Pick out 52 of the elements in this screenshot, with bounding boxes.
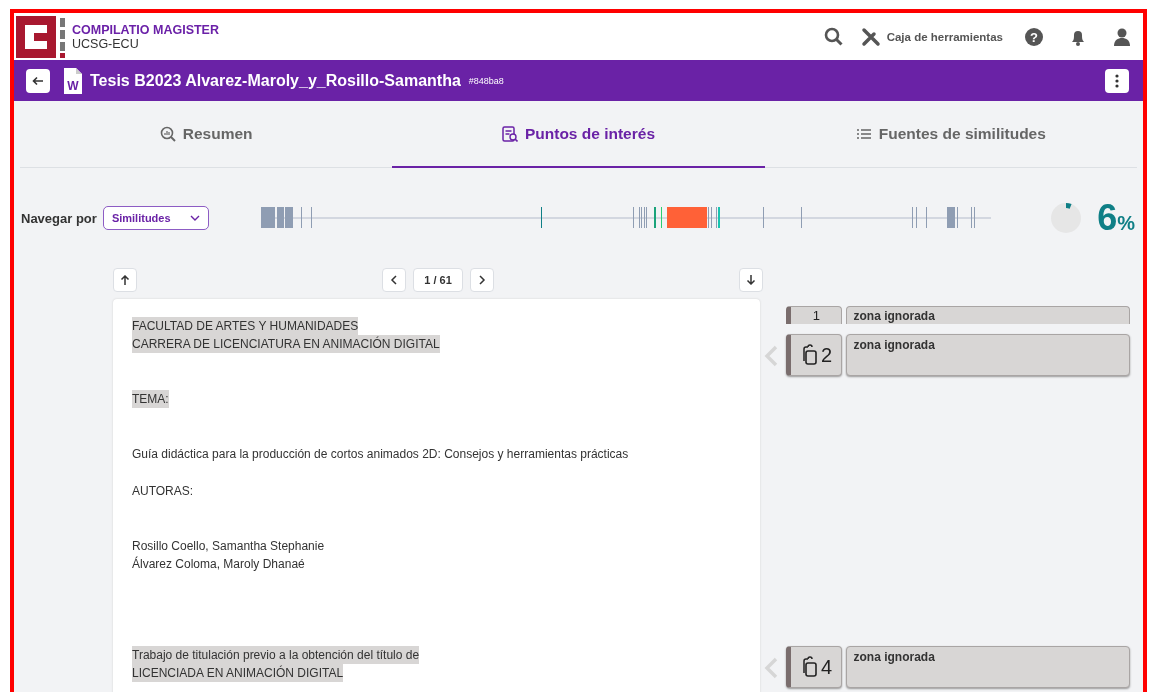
arrow-down-icon — [746, 275, 756, 285]
scroll-up-button[interactable] — [113, 268, 137, 292]
highlighted-text: TEMA: — [132, 390, 169, 408]
highlighted-text: CARRERA DE LICENCIATURA EN ANIMACIÓN DIGITAL — [132, 335, 440, 353]
back-button[interactable] — [26, 68, 50, 93]
document-title: Tesis B2023 Alvarez-Maroly_y_Rosillo-Samantha — [90, 71, 461, 90]
ignored-zone-card[interactable]: zona ignorada — [846, 306, 1131, 324]
help-icon[interactable]: ? — [1025, 27, 1043, 46]
search-icon[interactable] — [823, 27, 843, 46]
user-icon[interactable] — [1113, 27, 1131, 46]
next-button[interactable] — [469, 268, 494, 292]
chevron-right-icon — [476, 275, 487, 285]
document-text: AUTORAS: — [132, 483, 194, 500]
organization-name: UCSG-ECU — [72, 36, 140, 51]
toolbox-button[interactable]: Caja de herramientas — [860, 26, 1003, 47]
score-value: 6 — [1097, 197, 1118, 239]
kebab-menu-icon — [1115, 73, 1119, 88]
match-number-badge[interactable]: 4 — [786, 646, 843, 688]
ignored-zone-card[interactable]: zona ignorada — [846, 646, 1131, 688]
highlighted-text: Trabajo de titulación previo a la obtención del título de — [132, 646, 420, 664]
document-text: Álvarez Coloma, Maroly Dhanaé — [132, 555, 305, 573]
match-number-badge[interactable]: 2 — [786, 334, 843, 376]
navigation-dropdown[interactable]: Similitudes — [102, 206, 209, 230]
back-arrow-icon — [32, 74, 44, 87]
ignored-zone-card[interactable]: zona ignorada — [846, 334, 1131, 376]
score-unit: % — [1117, 212, 1135, 235]
word-file-icon: W — [64, 67, 82, 94]
document-id: #848ba8 — [468, 75, 504, 86]
product-name: COMPILATIO MAGISTER — [72, 22, 219, 37]
chevron-down-icon — [189, 215, 200, 221]
navigate-by-label: Navegar por — [21, 210, 97, 226]
tab[interactable]: Fuentes de similitudes — [764, 101, 1137, 168]
magnifier-chart-icon — [159, 125, 176, 142]
score-ring-icon — [1051, 203, 1082, 233]
highlighted-text: FACULTAD DE ARTES Y HUMANIDADES — [132, 317, 359, 335]
highlighted-text: LICENCIADA EN ANIMACIÓN DIGITAL — [132, 664, 344, 682]
previous-button[interactable] — [382, 268, 407, 292]
chevron-left-icon — [389, 275, 400, 285]
clipboard-icon — [800, 344, 819, 366]
chevron-left-icon — [764, 657, 779, 679]
match-number-badge[interactable]: 1 — [786, 306, 843, 324]
scroll-down-button[interactable] — [739, 268, 763, 292]
document-text: Rosillo Coello, Samantha Stephanie — [132, 538, 325, 555]
more-options-button[interactable] — [1105, 68, 1129, 93]
clipboard-icon — [800, 656, 819, 678]
document-text: Guía didáctica para la producción de cortos animados 2D: Consejos y herramientas prácticas — [132, 446, 629, 463]
arrow-up-icon — [120, 275, 130, 285]
tab[interactable]: Puntos de interés — [392, 101, 765, 168]
chevron-left-icon — [764, 345, 779, 367]
tab[interactable]: Resumen — [20, 101, 393, 168]
document-search-icon — [501, 125, 518, 142]
page-indicator: 1 / 61 — [413, 268, 463, 292]
